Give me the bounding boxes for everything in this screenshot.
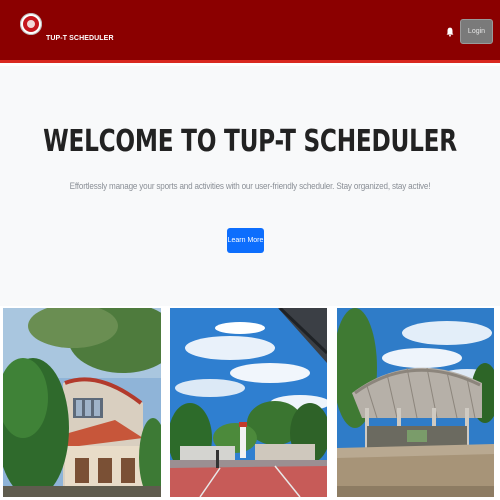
brand-name[interactable]: TUP-T SCHEDULER — [46, 35, 114, 42]
hero-title: WELCOME TO TUP-T SCHEDULER — [43, 124, 457, 159]
hero-subtitle: Effortlessly manage your sports and acti… — [69, 181, 431, 191]
bell-icon[interactable] — [446, 27, 454, 37]
university-seal-icon[interactable] — [20, 13, 42, 35]
learn-more-button[interactable]: Learn More — [227, 228, 264, 253]
covered-court-photo — [337, 308, 494, 497]
login-button[interactable]: Login — [460, 19, 493, 44]
campus-building-photo — [3, 308, 161, 497]
top-navbar: TUP-T SCHEDULER Login — [0, 0, 500, 63]
campus-court-photo — [170, 308, 327, 497]
